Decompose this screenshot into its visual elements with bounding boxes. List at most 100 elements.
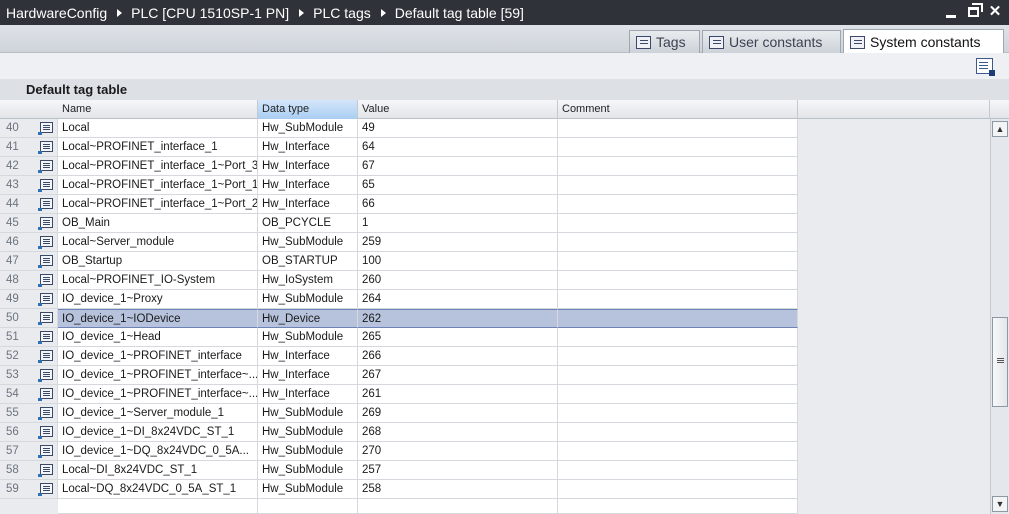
comment-cell[interactable] [558, 423, 798, 442]
name-cell[interactable]: IO_device_1~PROFINET_interface~... [58, 366, 258, 385]
name-cell[interactable]: IO_device_1~PROFINET_interface~... [58, 385, 258, 404]
name-cell[interactable]: IO_device_1~Server_module_1 [58, 404, 258, 423]
scroll-down-button[interactable]: ▼ [992, 496, 1008, 512]
value-cell[interactable]: 268 [358, 423, 558, 442]
data-type-cell[interactable]: Hw_SubModule [258, 233, 358, 252]
table-row[interactable]: 52 IO_device_1~PROFINET_interface Hw_Inter… [0, 347, 990, 366]
data-type-cell[interactable]: Hw_Interface [258, 157, 358, 176]
comment-cell[interactable] [558, 157, 798, 176]
value-cell[interactable]: 262 [358, 309, 558, 328]
table-row[interactable]: 48 Local~PROFINET_IO-System Hw_IoSystem 260 [0, 271, 990, 290]
table-row[interactable]: 59 Local~DQ_8x24VDC_0_5A_ST_1 Hw_SubModule… [0, 480, 990, 499]
value-cell[interactable]: 1 [358, 214, 558, 233]
value-cell[interactable]: 258 [358, 480, 558, 499]
data-type-cell[interactable]: Hw_IoSystem [258, 271, 358, 290]
table-row[interactable]: 55 IO_device_1~Server_module_1 Hw_SubModul… [0, 404, 990, 423]
comment-cell[interactable] [558, 328, 798, 347]
column-header-name[interactable]: Name [58, 100, 258, 119]
comment-cell[interactable] [558, 195, 798, 214]
close-button[interactable]: ✕ [987, 4, 1003, 20]
table-row[interactable]: 45 OB_Main OB_PCYCLE 1 [0, 214, 990, 233]
value-cell[interactable]: 260 [358, 271, 558, 290]
comment-cell[interactable] [558, 252, 798, 271]
data-type-cell[interactable]: Hw_SubModule [258, 480, 358, 499]
name-cell[interactable]: Local~DI_8x24VDC_ST_1 [58, 461, 258, 480]
breadcrumb-item[interactable]: PLC tags [313, 5, 371, 21]
vertical-scrollbar[interactable]: ▲ ▼ [990, 119, 1009, 514]
name-cell[interactable]: Local~PROFINET_IO-System [58, 271, 258, 290]
value-cell[interactable]: 269 [358, 404, 558, 423]
minimize-button[interactable] [943, 4, 959, 20]
name-cell[interactable]: Local [58, 119, 258, 138]
name-cell[interactable]: Local~Server_module [58, 233, 258, 252]
comment-cell[interactable] [558, 442, 798, 461]
comment-cell[interactable] [558, 461, 798, 480]
table-row[interactable]: 47 OB_Startup OB_STARTUP 100 [0, 252, 990, 271]
table-row[interactable]: 56 IO_device_1~DI_8x24VDC_ST_1 Hw_SubModul… [0, 423, 990, 442]
value-cell[interactable]: 267 [358, 366, 558, 385]
name-cell[interactable]: Local~DQ_8x24VDC_0_5A_ST_1 [58, 480, 258, 499]
data-type-cell[interactable]: Hw_SubModule [258, 461, 358, 480]
scroll-up-button[interactable]: ▲ [992, 121, 1008, 137]
name-cell[interactable]: OB_Startup [58, 252, 258, 271]
data-type-cell[interactable]: Hw_SubModule [258, 119, 358, 138]
data-type-cell[interactable]: Hw_Interface [258, 347, 358, 366]
comment-cell[interactable] [558, 290, 798, 309]
empty-cell[interactable] [358, 499, 558, 514]
comment-cell[interactable] [558, 347, 798, 366]
data-type-cell[interactable]: Hw_SubModule [258, 442, 358, 461]
data-type-cell[interactable]: Hw_Interface [258, 176, 358, 195]
comment-cell[interactable] [558, 309, 798, 328]
comment-cell[interactable] [558, 176, 798, 195]
value-cell[interactable]: 261 [358, 385, 558, 404]
table-row[interactable]: 51 IO_device_1~Head Hw_SubModule 265 [0, 328, 990, 347]
comment-cell[interactable] [558, 404, 798, 423]
table-row[interactable]: 44 Local~PROFINET_interface_1~Port_2 Hw_In… [0, 195, 990, 214]
value-cell[interactable]: 264 [358, 290, 558, 309]
data-type-cell[interactable]: Hw_SubModule [258, 404, 358, 423]
value-cell[interactable]: 266 [358, 347, 558, 366]
breadcrumb-item[interactable]: HardwareConfig [6, 5, 107, 21]
name-cell[interactable]: Local~PROFINET_interface_1~Port_1 [58, 176, 258, 195]
value-cell[interactable]: 259 [358, 233, 558, 252]
name-cell[interactable]: IO_device_1~Proxy [58, 290, 258, 309]
table-row[interactable]: 46 Local~Server_module Hw_SubModule 259 [0, 233, 990, 252]
name-cell[interactable]: IO_device_1~DQ_8x24VDC_0_5A... [58, 442, 258, 461]
name-cell[interactable]: Local~PROFINET_interface_1~Port_2 [58, 195, 258, 214]
tab-system-constants[interactable]: System constants [843, 29, 1004, 54]
data-type-cell[interactable]: OB_PCYCLE [258, 214, 358, 233]
value-cell[interactable]: 67 [358, 157, 558, 176]
data-type-cell[interactable]: Hw_SubModule [258, 328, 358, 347]
column-header-value[interactable]: Value [358, 100, 558, 119]
table-row[interactable]: 54 IO_device_1~PROFINET_interface~... Hw_I… [0, 385, 990, 404]
table-row[interactable]: 53 IO_device_1~PROFINET_interface~... Hw_I… [0, 366, 990, 385]
tab-user-constants[interactable]: User constants [702, 30, 841, 53]
comment-cell[interactable] [558, 214, 798, 233]
data-type-cell[interactable]: Hw_Interface [258, 366, 358, 385]
name-cell[interactable]: Local~PROFINET_interface_1~Port_3 [58, 157, 258, 176]
empty-cell[interactable] [258, 499, 358, 514]
value-cell[interactable]: 257 [358, 461, 558, 480]
table-row[interactable]: 58 Local~DI_8x24VDC_ST_1 Hw_SubModule 257 [0, 461, 990, 480]
comment-cell[interactable] [558, 138, 798, 157]
comment-cell[interactable] [558, 366, 798, 385]
name-cell[interactable]: Local~PROFINET_interface_1 [58, 138, 258, 157]
export-table-button[interactable] [976, 58, 995, 76]
data-type-cell[interactable]: Hw_Device [258, 309, 358, 328]
comment-cell[interactable] [558, 271, 798, 290]
restore-button[interactable] [965, 3, 983, 20]
value-cell[interactable]: 66 [358, 195, 558, 214]
data-type-cell[interactable]: OB_STARTUP [258, 252, 358, 271]
table-row[interactable]: 41 Local~PROFINET_interface_1 Hw_Interface… [0, 138, 990, 157]
value-cell[interactable]: 265 [358, 328, 558, 347]
name-cell[interactable]: OB_Main [58, 214, 258, 233]
comment-cell[interactable] [558, 480, 798, 499]
table-row[interactable]: 49 IO_device_1~Proxy Hw_SubModule 264 [0, 290, 990, 309]
name-cell[interactable]: IO_device_1~PROFINET_interface [58, 347, 258, 366]
scroll-thumb[interactable] [992, 317, 1008, 407]
data-type-cell[interactable]: Hw_SubModule [258, 423, 358, 442]
table-row[interactable]: 57 IO_device_1~DQ_8x24VDC_0_5A... Hw_SubMo… [0, 442, 990, 461]
value-cell[interactable]: 64 [358, 138, 558, 157]
value-cell[interactable]: 49 [358, 119, 558, 138]
table-row[interactable]: 42 Local~PROFINET_interface_1~Port_3 Hw_In… [0, 157, 990, 176]
